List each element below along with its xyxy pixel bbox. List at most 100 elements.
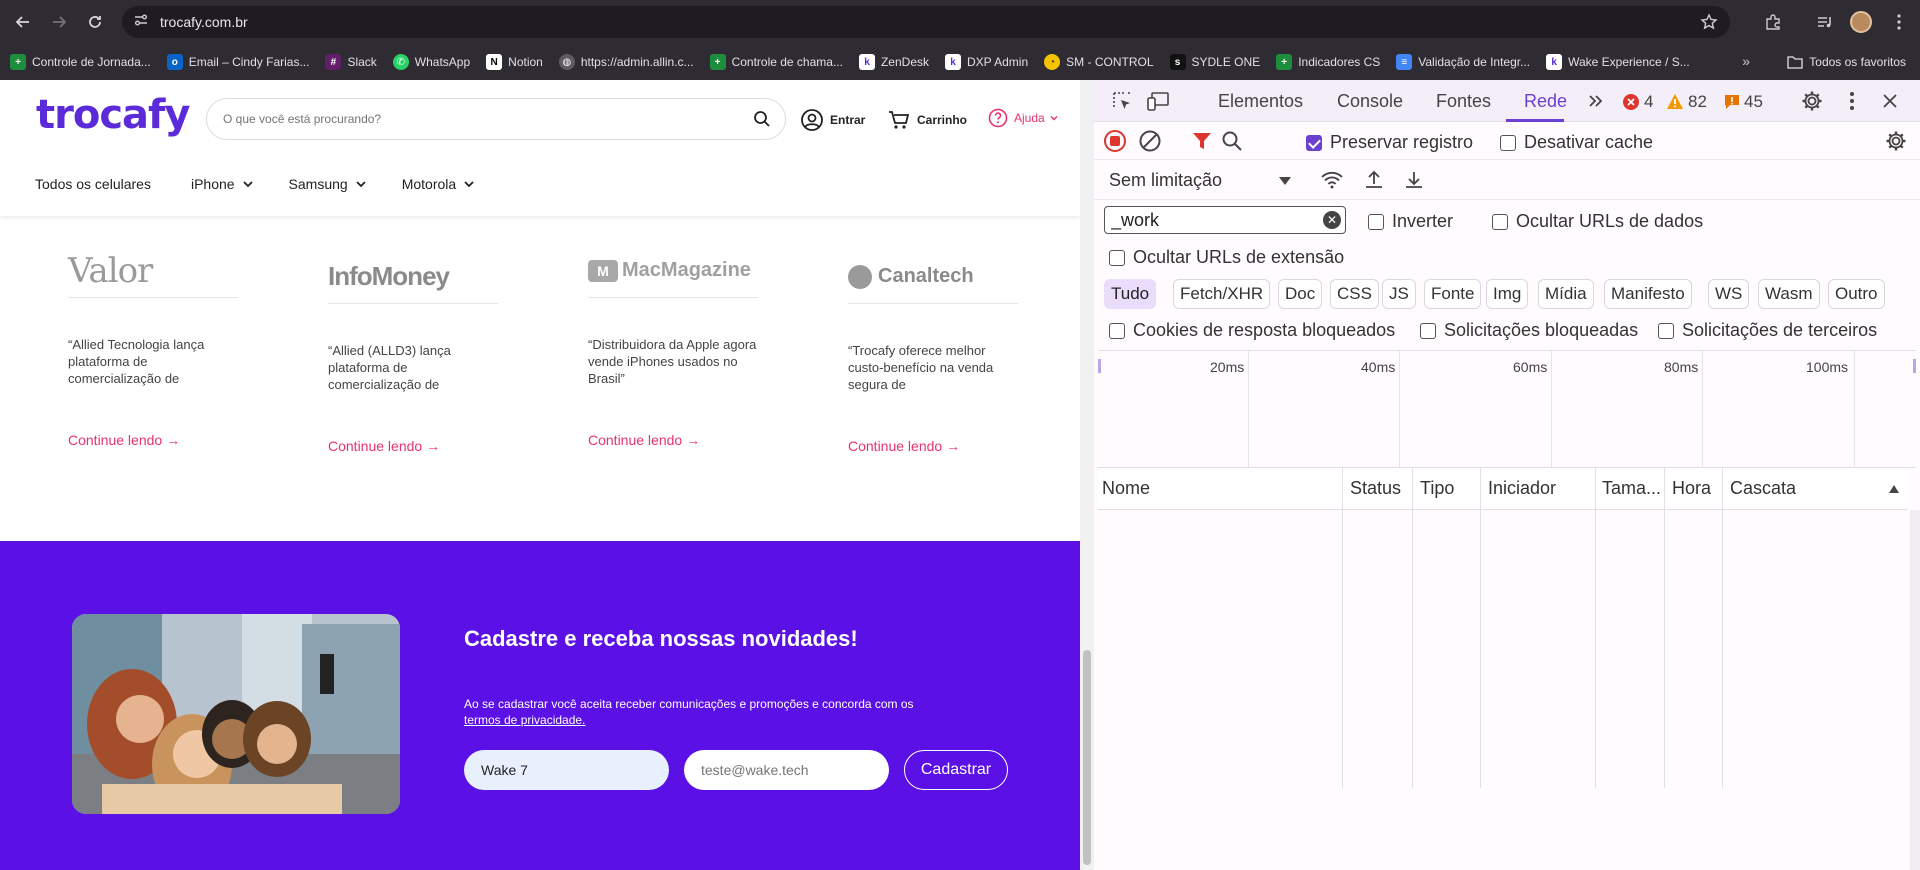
error-count[interactable]: 4 xyxy=(1622,92,1653,112)
checkbox-checked[interactable] xyxy=(1306,134,1322,151)
login-button[interactable]: Entrar xyxy=(800,108,865,132)
continue-reading-link[interactable]: Continue lendo → xyxy=(68,432,238,448)
cart-button[interactable]: Carrinho xyxy=(887,108,967,132)
warning-count[interactable]: 82 xyxy=(1666,92,1707,112)
table-scrollbar[interactable] xyxy=(1910,510,1920,870)
privacy-terms-link[interactable]: termos de privacidade. xyxy=(464,713,585,727)
nav-item-motorola[interactable]: Motorola xyxy=(402,176,476,192)
continue-reading-link[interactable]: Continue lendo → xyxy=(328,438,498,454)
checkbox[interactable] xyxy=(1420,322,1436,339)
filter-field[interactable]: ✕ xyxy=(1104,206,1346,234)
type-filter-all[interactable]: Tudo xyxy=(1104,279,1157,309)
nav-item-samsung[interactable]: Samsung xyxy=(289,176,368,192)
disable-cache-checkbox[interactable]: Desativar cache xyxy=(1500,132,1653,153)
column-header-type[interactable]: Tipo xyxy=(1420,478,1454,499)
search-icon[interactable] xyxy=(1218,127,1246,155)
tab-elements[interactable]: Elementos xyxy=(1218,91,1303,112)
forward-button[interactable] xyxy=(46,9,72,35)
bookmark-item[interactable]: N Notion xyxy=(486,54,543,70)
third-party-checkbox[interactable]: Solicitações de terceiros xyxy=(1658,320,1877,341)
bookmark-item[interactable]: ◍ https://admin.allin.c... xyxy=(558,54,694,70)
network-settings-gear-icon[interactable] xyxy=(1882,127,1910,155)
blocked-cookies-checkbox[interactable]: Cookies de resposta bloqueados xyxy=(1109,320,1395,341)
throttling-select[interactable]: Sem limitação xyxy=(1109,170,1292,191)
extensions-icon[interactable] xyxy=(1760,9,1786,35)
browser-menu-icon[interactable] xyxy=(1886,9,1912,35)
preserve-log-checkbox[interactable]: Preservar registro xyxy=(1306,132,1473,153)
devtools-menu-icon[interactable] xyxy=(1838,87,1866,115)
bookmark-item[interactable]: ✆ WhatsApp xyxy=(392,54,470,70)
search-input[interactable] xyxy=(223,112,723,126)
tab-network[interactable]: Rede xyxy=(1524,91,1567,112)
bookmark-item[interactable]: k Wake Experience / S... xyxy=(1546,54,1690,70)
address-bar[interactable]: trocafy.com.br xyxy=(122,6,1730,38)
tab-sources[interactable]: Fontes xyxy=(1436,91,1491,112)
media-control-icon[interactable] xyxy=(1812,9,1838,35)
reload-button[interactable] xyxy=(82,9,108,35)
checkbox[interactable] xyxy=(1368,213,1384,230)
record-stop-icon[interactable] xyxy=(1101,127,1129,155)
column-header-status[interactable]: Status xyxy=(1350,478,1401,499)
bookmark-item[interactable]: # Slack xyxy=(325,54,377,70)
timeline-left-handle[interactable] xyxy=(1098,359,1101,373)
more-tabs-icon[interactable] xyxy=(1582,87,1610,115)
bookmark-item[interactable]: ≡ Validação de Integr... xyxy=(1396,54,1530,70)
clear-icon[interactable] xyxy=(1136,127,1164,155)
type-filter-fetch-xhr[interactable]: Fetch/XHR xyxy=(1173,279,1271,309)
scrollbar-thumb[interactable] xyxy=(1083,650,1091,865)
bookmark-item[interactable]: k ZenDesk xyxy=(858,54,929,70)
checkbox[interactable] xyxy=(1109,322,1125,339)
page-scrollbar[interactable] xyxy=(1080,80,1094,870)
continue-reading-link[interactable]: Continue lendo → xyxy=(588,432,758,448)
column-header-waterfall[interactable]: Cascata xyxy=(1730,478,1796,499)
export-har-icon[interactable] xyxy=(1400,166,1428,194)
inspect-element-icon[interactable] xyxy=(1108,87,1136,115)
column-header-name[interactable]: Nome xyxy=(1102,478,1150,499)
bookmark-item[interactable]: + Indicadores CS xyxy=(1276,54,1380,70)
type-filter-css[interactable]: CSS xyxy=(1330,279,1379,309)
clear-filter-icon[interactable]: ✕ xyxy=(1323,211,1341,229)
site-info-icon[interactable] xyxy=(132,11,152,34)
checkbox[interactable] xyxy=(1109,249,1125,266)
sort-ascending-icon[interactable] xyxy=(1888,484,1900,494)
nav-item-all-phones[interactable]: Todos os celulares xyxy=(35,176,151,192)
name-input[interactable] xyxy=(464,750,669,790)
back-button[interactable] xyxy=(10,9,36,35)
profile-avatar[interactable] xyxy=(1848,9,1874,35)
type-filter-manifest[interactable]: Manifesto xyxy=(1604,279,1692,309)
column-header-time[interactable]: Hora xyxy=(1672,478,1711,499)
tab-console[interactable]: Console xyxy=(1337,91,1403,112)
type-filter-js[interactable]: JS xyxy=(1382,279,1416,309)
bookmark-item[interactable]: s SYDLE ONE xyxy=(1169,54,1260,70)
filter-funnel-icon[interactable] xyxy=(1188,127,1216,155)
timeline-overview[interactable]: 20ms 40ms 60ms 80ms 100ms xyxy=(1098,350,1916,468)
trocafy-logo[interactable]: trocafy xyxy=(36,92,191,138)
hide-data-urls-checkbox[interactable]: Ocultar URLs de dados xyxy=(1492,211,1703,232)
bookmark-star-icon[interactable] xyxy=(1700,13,1718,36)
nav-item-iphone[interactable]: iPhone xyxy=(191,176,255,192)
type-filter-wasm[interactable]: Wasm xyxy=(1758,279,1820,309)
type-filter-other[interactable]: Outro xyxy=(1828,279,1885,309)
all-bookmarks-button[interactable]: Todos os favoritos xyxy=(1787,55,1906,69)
issues-count[interactable]: 45 xyxy=(1724,92,1763,112)
subscribe-button[interactable]: Cadastrar xyxy=(904,750,1008,790)
type-filter-media[interactable]: Mídia xyxy=(1538,279,1594,309)
import-har-icon[interactable] xyxy=(1360,166,1388,194)
blocked-requests-checkbox[interactable]: Solicitações bloqueadas xyxy=(1420,320,1638,341)
search-icon[interactable] xyxy=(753,110,771,128)
column-header-initiator[interactable]: Iniciador xyxy=(1488,478,1556,499)
close-icon[interactable] xyxy=(1876,87,1904,115)
type-filter-ws[interactable]: WS xyxy=(1708,279,1750,309)
bookmark-item[interactable]: + Controle de chama... xyxy=(709,54,843,70)
timeline-right-handle[interactable] xyxy=(1913,359,1916,373)
column-header-size[interactable]: Tama... xyxy=(1602,478,1661,499)
network-conditions-icon[interactable] xyxy=(1318,166,1346,194)
bookmark-item[interactable]: k DXP Admin xyxy=(945,54,1028,70)
continue-reading-link[interactable]: Continue lendo → xyxy=(848,438,1018,454)
bookmark-item[interactable]: + Controle de Jornada... xyxy=(10,54,151,70)
checkbox[interactable] xyxy=(1500,134,1516,151)
bookmark-item[interactable]: o Email – Cindy Farias... xyxy=(166,54,309,70)
email-input[interactable] xyxy=(684,750,889,790)
invert-checkbox[interactable]: Inverter xyxy=(1368,211,1453,232)
device-toolbar-icon[interactable] xyxy=(1144,87,1172,115)
